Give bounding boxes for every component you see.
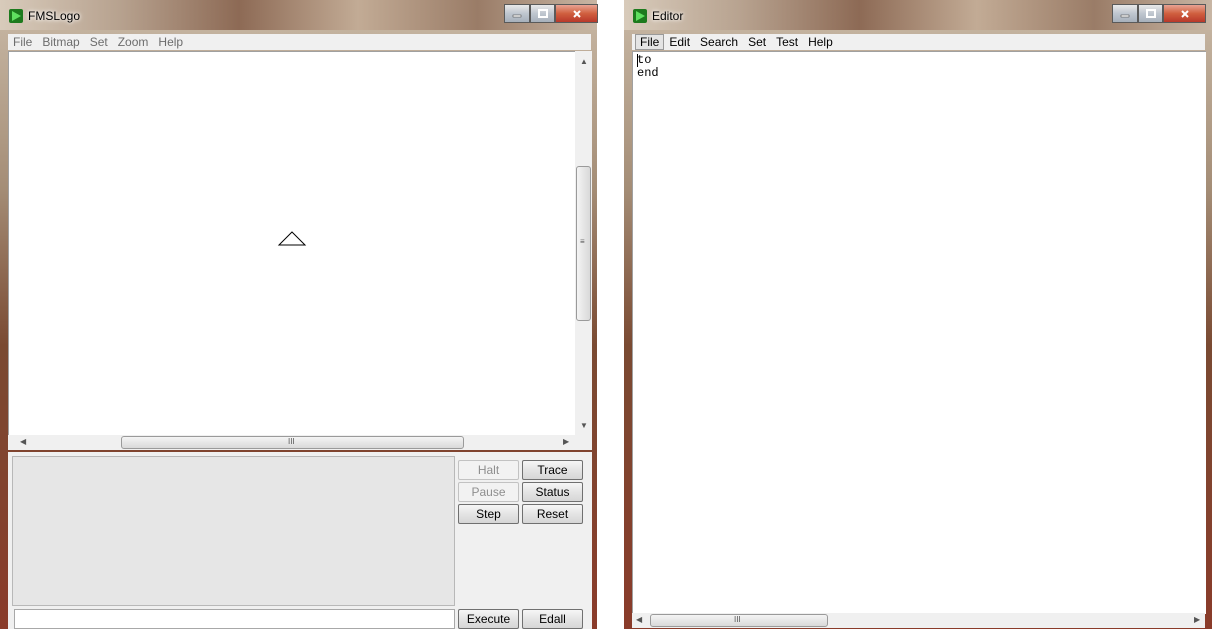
execute-button[interactable]: Execute	[458, 609, 519, 629]
editor-app-icon	[633, 9, 647, 23]
fmslogo-app-icon	[9, 9, 23, 23]
maximize-icon	[1145, 8, 1156, 18]
minimize-icon	[512, 14, 522, 17]
step-button[interactable]: Step	[458, 504, 519, 524]
scroll-corner	[575, 435, 592, 450]
scroll-right-arrow-icon[interactable]: ▶	[563, 437, 569, 446]
editor-menu-file[interactable]: File	[635, 34, 665, 50]
menu-file[interactable]: File	[8, 35, 37, 49]
trace-button[interactable]: Trace	[522, 460, 583, 480]
editor-titlebar[interactable]: Editor	[624, 0, 1212, 30]
editor-minimize-button[interactable]	[1112, 4, 1138, 23]
command-history-list[interactable]	[12, 456, 455, 606]
editor-maximize-button[interactable]	[1138, 4, 1163, 23]
editor-menu-edit[interactable]: Edit	[664, 35, 695, 49]
editor-menu-search[interactable]: Search	[695, 35, 743, 49]
editor-menubar: File Edit Search Set Test Help	[632, 34, 1205, 50]
close-icon	[1180, 9, 1189, 18]
halt-button[interactable]: Halt	[458, 460, 519, 480]
scroll-up-arrow-icon[interactable]: ▲	[580, 57, 588, 66]
reset-button[interactable]: Reset	[522, 504, 583, 524]
menu-help[interactable]: Help	[153, 35, 188, 49]
menu-zoom[interactable]: Zoom	[113, 35, 154, 49]
turtle-icon	[277, 231, 307, 246]
scroll-down-arrow-icon[interactable]: ▼	[580, 421, 588, 430]
minimize-button[interactable]	[504, 4, 530, 23]
maximize-icon	[537, 8, 548, 18]
canvas-vertical-scrollbar[interactable]: ▲ ≡ ▼	[575, 51, 592, 436]
editor-menu-set[interactable]: Set	[743, 35, 771, 49]
scroll-left-arrow-icon[interactable]: ◀	[20, 437, 26, 446]
editor-close-button[interactable]	[1163, 4, 1206, 23]
maximize-button[interactable]	[530, 4, 555, 23]
fmslogo-menubar: File Bitmap Set Zoom Help	[8, 34, 591, 50]
status-button[interactable]: Status	[522, 482, 583, 502]
vertical-grip-icon: ≡	[580, 237, 585, 246]
fmslogo-window: FMSLogo File Bitmap Set Zoom Help ▲ ≡ ▼	[0, 0, 598, 629]
editor-menu-test[interactable]: Test	[771, 35, 803, 49]
fmslogo-titlebar[interactable]: FMSLogo	[0, 0, 598, 30]
close-icon	[572, 9, 581, 18]
editor-text-area[interactable]: to end	[632, 51, 1206, 614]
edall-button[interactable]: Edall	[522, 609, 583, 629]
pause-button[interactable]: Pause	[458, 482, 519, 502]
editor-line: end	[637, 66, 659, 80]
command-input[interactable]	[14, 609, 455, 629]
menu-bitmap[interactable]: Bitmap	[37, 35, 84, 49]
editor-caption-buttons	[1112, 4, 1206, 23]
editor-horizontal-grip-label: III	[734, 615, 741, 624]
editor-horizontal-scrollbar[interactable]: ◀ III ▶	[632, 613, 1205, 628]
close-button[interactable]	[555, 4, 598, 23]
fmslogo-title: FMSLogo	[28, 9, 81, 23]
horizontal-grip-label: III	[288, 437, 295, 446]
drawing-canvas[interactable]	[8, 51, 575, 437]
editor-menu-help[interactable]: Help	[803, 35, 838, 49]
menu-set[interactable]: Set	[85, 35, 113, 49]
editor-scroll-right-arrow-icon[interactable]: ▶	[1194, 615, 1200, 624]
editor-window: Editor File Edit Search Set Test Help to…	[624, 0, 1212, 629]
canvas-horizontal-scrollbar[interactable]: ◀ III ▶	[8, 435, 575, 450]
text-cursor	[637, 54, 638, 67]
fmslogo-caption-buttons	[504, 4, 598, 23]
editor-scroll-left-arrow-icon[interactable]: ◀	[636, 615, 642, 624]
commander-panel: Halt Trace Pause Status Step Reset Execu…	[8, 452, 592, 629]
editor-title: Editor	[652, 9, 684, 23]
minimize-icon	[1120, 14, 1130, 17]
